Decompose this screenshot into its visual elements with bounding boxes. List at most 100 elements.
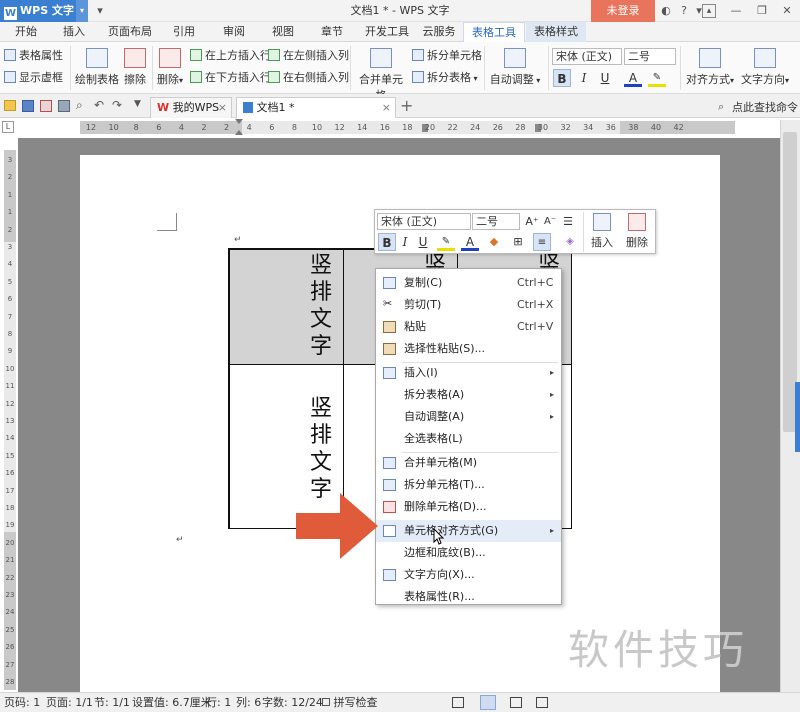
redo-icon[interactable]: ↷: [112, 98, 122, 112]
mini-italic-button[interactable]: I: [396, 233, 414, 251]
menu-item-text-direction[interactable]: 文字方向(X)...: [376, 564, 561, 586]
insert-left-button[interactable]: 在左侧插入列: [268, 46, 349, 66]
close-icon[interactable]: ✕: [779, 0, 795, 22]
side-panel-toggle[interactable]: [795, 382, 800, 452]
align-icon[interactable]: ≡: [533, 233, 551, 251]
spell-check-toggle[interactable]: 拼写检查: [322, 693, 378, 712]
menu-item-insert[interactable]: 插入(I) ▸: [376, 362, 561, 384]
menu-item-cell-alignment[interactable]: 单元格对齐方式(G) ▸: [376, 520, 561, 542]
highlight-button[interactable]: ✎: [648, 69, 666, 87]
tab-document[interactable]: 文档1 * ×: [236, 97, 396, 118]
undo-icon[interactable]: ↶: [94, 98, 104, 112]
draw-table-button[interactable]: 绘制表格: [74, 48, 120, 87]
mini-font-name-select[interactable]: 宋体 (正文): [377, 213, 471, 230]
bold-button[interactable]: B: [553, 69, 571, 87]
font-name-select[interactable]: 宋体 (正文): [552, 48, 622, 65]
mini-highlight-button[interactable]: ✎: [437, 233, 455, 251]
alignment-button[interactable]: 对齐方式▾: [684, 48, 736, 87]
dropdown-icon[interactable]: ▾: [92, 0, 108, 22]
login-button[interactable]: 未登录: [591, 0, 655, 22]
mini-bold-button[interactable]: B: [378, 233, 396, 251]
cell-shading-icon[interactable]: ◆: [485, 233, 503, 251]
eraser-format-icon[interactable]: ◈: [561, 233, 579, 251]
mini-delete-button[interactable]: 删除: [621, 213, 653, 250]
underline-button[interactable]: U: [596, 69, 614, 87]
tab-references[interactable]: 引用: [162, 22, 206, 42]
tab-review[interactable]: 审阅: [212, 22, 256, 42]
status-word-count[interactable]: 字数: 12/24: [262, 693, 323, 712]
italic-button[interactable]: I: [575, 69, 593, 87]
table-properties-button[interactable]: 表格属性: [4, 46, 63, 66]
tab-view[interactable]: 视图: [261, 22, 305, 42]
menu-item-merge-cells[interactable]: 合并单元格(M): [376, 452, 561, 474]
vertical-ruler[interactable]: 3 2 1 1 2 3 4 5 6 7 8 9 10 11 12 13 14 15 16 17 18 19 20 21 22 23…: [4, 150, 16, 690]
restore-icon[interactable]: ❐: [754, 0, 770, 22]
tab-cloud[interactable]: 云服务: [416, 22, 462, 42]
tab-my-wps[interactable]: W 我的WPS ×: [150, 97, 232, 118]
tab-table-tools[interactable]: 表格工具: [463, 22, 525, 42]
search-icon[interactable]: ⌕: [718, 100, 724, 114]
outline-view-icon[interactable]: [510, 697, 522, 708]
save-icon[interactable]: [22, 100, 34, 112]
chevron-down-icon[interactable]: ▾: [76, 0, 88, 22]
new-tab-icon[interactable]: +: [400, 96, 413, 115]
split-cells-button[interactable]: 拆分单元格: [412, 46, 482, 66]
wps-menu-button[interactable]: W WPS 文字 ▾: [0, 0, 88, 22]
minimize-ribbon-icon[interactable]: ▴: [702, 4, 716, 18]
menu-item-copy[interactable]: 复制(C) Ctrl+C: [376, 272, 561, 294]
tab-stop-icon[interactable]: L: [2, 121, 14, 133]
text-direction-button[interactable]: 文字方向▾: [738, 48, 792, 87]
split-table-button[interactable]: 拆分表格 ▾: [412, 68, 478, 88]
tab-page-layout[interactable]: 页面布局: [104, 22, 156, 42]
export-pdf-icon[interactable]: [40, 100, 52, 112]
menu-item-select-table[interactable]: 全选表格(L): [376, 428, 561, 450]
horizontal-ruler[interactable]: 12 10 8 6 4 2 2 4 6 8 10 12 14 16 18 20 22 24 26 28 30 32 34 36…: [80, 119, 735, 135]
menu-item-paste-special[interactable]: 选择性粘贴(S)...: [376, 338, 561, 360]
tab-home[interactable]: 开始: [4, 22, 48, 42]
close-tab-icon[interactable]: ×: [382, 98, 391, 118]
open-folder-icon[interactable]: [4, 100, 16, 111]
insert-above-button[interactable]: 在上方插入行: [190, 46, 271, 66]
menu-item-table-properties[interactable]: 表格属性(R)...: [376, 586, 561, 608]
skin-icon[interactable]: ◐: [658, 0, 674, 22]
tab-section[interactable]: 章节: [310, 22, 354, 42]
font-size-select[interactable]: 二号: [624, 48, 676, 65]
shrink-font-icon[interactable]: A⁻: [541, 213, 559, 231]
print-icon[interactable]: [58, 100, 70, 112]
page-view-icon[interactable]: [480, 695, 496, 710]
mini-font-size-select[interactable]: 二号: [472, 213, 520, 230]
menu-item-paste[interactable]: 粘贴 Ctrl+V: [376, 316, 561, 338]
close-tab-icon[interactable]: ×: [218, 98, 227, 118]
insert-right-button[interactable]: 在右侧插入列: [268, 68, 349, 88]
auto-fit-button[interactable]: 自动调整 ▾: [486, 48, 544, 87]
delete-button[interactable]: 删除▾: [154, 48, 186, 87]
grow-font-icon[interactable]: A⁺: [523, 213, 541, 231]
mini-insert-button[interactable]: 插入: [587, 213, 617, 250]
font-color-button[interactable]: A: [624, 69, 642, 87]
vertical-scrollbar[interactable]: [780, 120, 800, 692]
minimize-icon[interactable]: —: [728, 0, 744, 22]
insert-below-button[interactable]: 在下方插入行: [190, 68, 271, 88]
eraser-button[interactable]: 擦除: [120, 48, 150, 87]
chevron-down-icon[interactable]: ▼: [134, 99, 141, 109]
mini-underline-button[interactable]: U: [414, 233, 432, 251]
borders-icon[interactable]: ⊞: [509, 233, 527, 251]
tab-insert[interactable]: 插入: [52, 22, 96, 42]
mini-font-color-button[interactable]: A: [461, 233, 479, 251]
list-icon[interactable]: ☰: [559, 213, 577, 231]
alignment-label: 对齐方式: [685, 73, 730, 86]
menu-item-split-table[interactable]: 拆分表格(A) ▸: [376, 384, 561, 406]
web-view-icon[interactable]: [536, 697, 548, 708]
show-gridlines-button[interactable]: 显示虚框: [4, 68, 63, 88]
menu-item-split-cells[interactable]: 拆分单元格(T)...: [376, 474, 561, 496]
menu-item-borders-shading[interactable]: 边框和底纹(B)...: [376, 542, 561, 564]
full-screen-icon[interactable]: [452, 697, 464, 708]
menu-item-cut[interactable]: ✂ 剪切(T) Ctrl+X: [376, 294, 561, 316]
command-search[interactable]: 点此查找命令: [732, 99, 798, 115]
tab-table-style[interactable]: 表格样式: [526, 22, 586, 42]
tab-developer[interactable]: 开发工具: [360, 22, 414, 42]
print-preview-icon[interactable]: ⌕: [76, 98, 83, 113]
menu-item-auto-fit[interactable]: 自动调整(A) ▸: [376, 406, 561, 428]
help-icon[interactable]: ?: [676, 0, 692, 22]
menu-item-delete-cells[interactable]: 删除单元格(D)...: [376, 496, 561, 518]
